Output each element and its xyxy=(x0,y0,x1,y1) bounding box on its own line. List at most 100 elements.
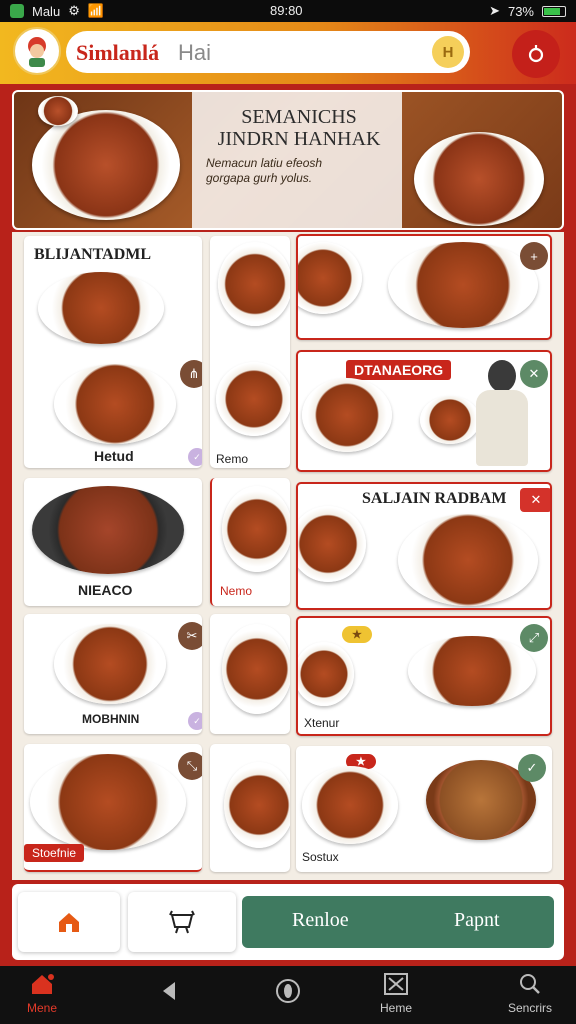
dish-image xyxy=(298,506,366,582)
home-button[interactable] xyxy=(18,892,120,952)
battery-percent: 73% xyxy=(507,3,534,19)
back-icon xyxy=(163,982,175,1000)
nav-search-label: Sencrirs xyxy=(507,1001,552,1015)
dish-image xyxy=(218,242,290,326)
close-icon[interactable]: ✕ xyxy=(520,488,550,512)
nav-home-circle[interactable] xyxy=(248,978,328,1007)
dish-label: Sostux xyxy=(302,850,339,864)
search-icon xyxy=(520,974,540,994)
chef-avatar-logo[interactable] xyxy=(13,27,61,75)
dish-label: MOBHNIN xyxy=(82,712,140,726)
hero-headline-line-2: JINDRN HANHAK xyxy=(217,128,381,150)
nav-home[interactable]: Mene xyxy=(2,972,82,1015)
dish-image xyxy=(302,378,392,452)
search-input[interactable]: Hai xyxy=(178,40,211,66)
app-title: Simlanlá xyxy=(76,40,160,65)
info-icon[interactable]: ✓ xyxy=(188,448,202,466)
dish-image xyxy=(54,624,166,704)
dish-card[interactable]: ⤡ Stoefnie xyxy=(24,744,202,872)
primary-action-button[interactable]: Renloe Papnt xyxy=(242,896,554,948)
bowl-icon xyxy=(169,910,195,934)
dish-label: NIEACO xyxy=(78,582,133,598)
action-bar: Renloe Papnt xyxy=(12,884,564,960)
check-icon[interactable]: ✓ xyxy=(518,754,546,782)
dish-image xyxy=(54,364,176,444)
share-icon[interactable]: ✂ xyxy=(178,622,202,650)
card-heading: BLIJANTADML xyxy=(34,246,152,263)
hero-subtext-line-1: Nemacun latiu efeosh xyxy=(206,156,323,170)
dish-card[interactable]: ★ ✓ Sostux xyxy=(296,746,552,872)
dish-image xyxy=(388,242,538,328)
nav-names[interactable]: Heme xyxy=(356,972,436,1015)
share-icon[interactable]: ⋔ xyxy=(180,360,202,388)
search-action-button[interactable]: H xyxy=(432,36,464,68)
dish-image xyxy=(398,514,538,606)
dish-image xyxy=(38,272,164,344)
hero-dish-right xyxy=(414,132,544,226)
dish-card[interactable] xyxy=(210,614,290,734)
primary-action-right-label: Papnt xyxy=(454,909,500,931)
hero-headline: SEMANICHS JINDRN HANHAK xyxy=(214,106,384,150)
recents-icon xyxy=(384,973,408,995)
dish-image xyxy=(302,766,398,844)
dish-label: Hetud xyxy=(94,448,134,464)
cart-button[interactable] xyxy=(512,30,560,78)
dish-card[interactable]: Nemo xyxy=(210,478,290,606)
hero-dish-small xyxy=(38,96,78,126)
battery-icon xyxy=(542,5,566,17)
dish-card[interactable]: NIEACO xyxy=(24,478,202,606)
hero-headline-line-1: SEMANICHS xyxy=(241,106,357,128)
card-heading: SALJAIN RADBAM xyxy=(362,490,507,507)
dish-card[interactable]: DTANAEORG ✕ xyxy=(296,350,552,472)
close-icon[interactable]: ✕ xyxy=(520,360,548,388)
nav-names-label: Heme xyxy=(379,1001,412,1015)
dish-image xyxy=(222,624,290,714)
dish-label: Xtenur xyxy=(304,716,340,730)
hero-banner[interactable]: SEMANICHS JINDRN HANHAK Nemacun latiu ef… xyxy=(12,90,564,230)
badge: ★ xyxy=(342,626,372,643)
dish-card[interactable]: Remo xyxy=(210,236,290,468)
nav-home-label: Mene xyxy=(26,1001,58,1015)
location-icon: ➤ xyxy=(489,3,500,18)
nav-search[interactable]: Sencrirs xyxy=(490,972,570,1015)
status-bar: Malu ⚙ 📶 89:80 ➤ 73% xyxy=(0,0,576,22)
cart-icon xyxy=(528,45,544,63)
share-icon[interactable]: + xyxy=(520,242,548,270)
home-icon xyxy=(59,913,79,932)
dish-image xyxy=(222,486,290,572)
share-icon[interactable]: ⤡ xyxy=(178,752,202,780)
promo-tag: Stoefnie xyxy=(24,844,85,862)
dish-card[interactable]: ✂ ✓ MOBHNIN xyxy=(24,614,202,734)
search-bar[interactable]: Simlanlá Hai H xyxy=(66,31,470,73)
dish-card[interactable]: ★ ⤢ Xtenur xyxy=(296,616,552,736)
hero-subtext-line-2: gorgapa gurh yolus. xyxy=(206,171,313,185)
dish-card[interactable]: + xyxy=(296,234,552,340)
primary-action-left-label: Renloe xyxy=(292,909,349,931)
bottom-nav: Mene Heme Sencrirs xyxy=(0,966,576,1024)
dish-image xyxy=(30,754,186,850)
app-header: Simlanlá Hai H xyxy=(0,22,576,84)
dish-image xyxy=(298,642,354,706)
share-icon[interactable]: ⤢ xyxy=(520,624,548,652)
clock: 89:80 xyxy=(270,3,303,18)
dish-image xyxy=(224,762,290,848)
dish-card[interactable]: SALJAIN RADBAM ✕ xyxy=(296,482,552,610)
bowl-button[interactable] xyxy=(128,892,236,952)
app-notification-icon xyxy=(10,4,24,18)
hero-subtext: Nemacun latiu efeosh gorgapa gurh yolus. xyxy=(206,156,376,186)
settings-icon: ⚙ xyxy=(68,3,80,18)
dish-image xyxy=(32,486,184,574)
dish-label: Remo xyxy=(216,452,249,466)
circle-home-icon xyxy=(276,979,300,1003)
nav-back[interactable] xyxy=(130,980,210,1005)
dish-image xyxy=(298,242,362,314)
info-icon[interactable]: ✓ xyxy=(188,712,202,730)
dish-label: Nemo xyxy=(220,584,253,598)
dish-image xyxy=(216,362,290,436)
dish-card[interactable]: BLIJANTADML ⋔ ✓ Hetud xyxy=(24,236,202,468)
carrier-label: Malu xyxy=(32,3,61,19)
wifi-icon: 📶 xyxy=(87,3,105,18)
dish-image xyxy=(408,636,536,706)
dish-card[interactable] xyxy=(210,744,290,872)
dish-grid: BLIJANTADML ⋔ ✓ Hetud Remo + DTANAEORG ✕… xyxy=(12,232,564,880)
